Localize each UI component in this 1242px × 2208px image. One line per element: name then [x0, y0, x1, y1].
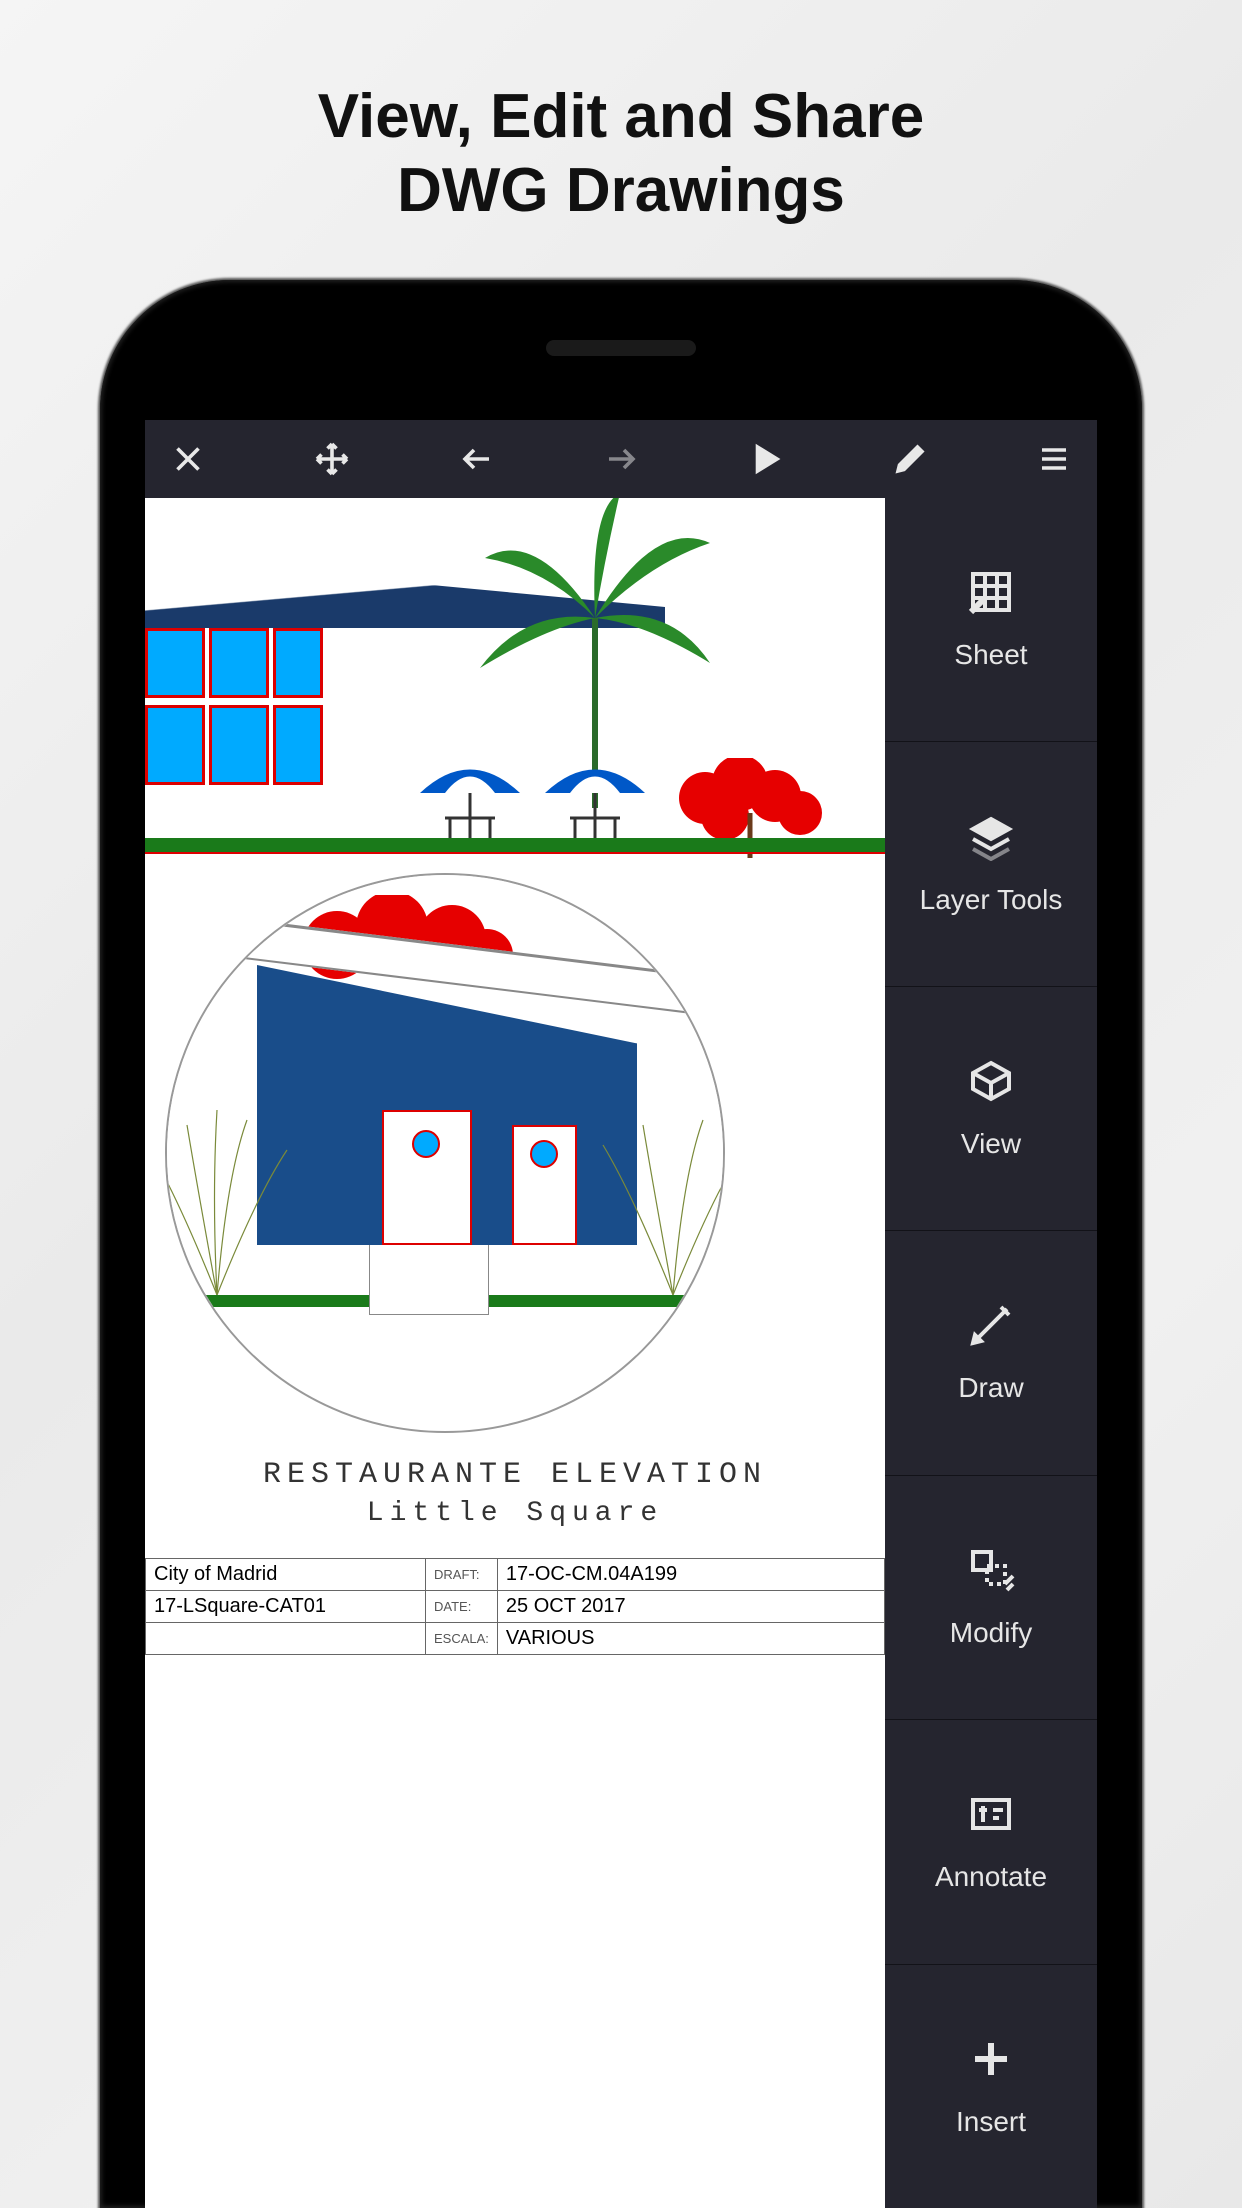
sidebar-item-annotate[interactable]: Annotate	[885, 1719, 1097, 1963]
tool-sidebar: Sheet Layer Tools View Draw Modify	[885, 498, 1097, 2208]
plus-icon	[967, 2035, 1015, 2090]
sidebar-item-insert[interactable]: Insert	[885, 1964, 1097, 2208]
grid-sheet-icon	[967, 568, 1015, 623]
info-table: City of Madrid DRAFT: 17-OC-CM.04A199 17…	[145, 1558, 885, 1655]
sidebar-item-view[interactable]: View	[885, 986, 1097, 1230]
cube-icon	[967, 1057, 1015, 1112]
drawing-title: RESTAURANTE ELEVATION	[145, 1458, 885, 1492]
move-icon[interactable]	[309, 436, 355, 482]
pencil-line-icon	[967, 1301, 1015, 1356]
ground-line	[145, 838, 885, 852]
shrub-right	[593, 1105, 725, 1295]
close-icon[interactable]	[165, 436, 211, 482]
top-toolbar	[145, 420, 1097, 498]
escala-value: VARIOUS	[497, 1623, 884, 1655]
date-value: 25 OCT 2017	[497, 1591, 884, 1623]
table-row: ESCALA: VARIOUS	[146, 1623, 885, 1655]
draft-value: 17-OC-CM.04A199	[497, 1559, 884, 1591]
sidebar-item-layer-tools[interactable]: Layer Tools	[885, 741, 1097, 985]
app-screen: RESTAURANTE ELEVATION Little Square City…	[145, 420, 1097, 2208]
date-label: DATE:	[426, 1591, 498, 1623]
sidebar-label: Sheet	[954, 639, 1027, 671]
sidebar-item-draw[interactable]: Draw	[885, 1230, 1097, 1474]
client-cell: City of Madrid	[146, 1559, 426, 1591]
shrub-left	[165, 1105, 297, 1295]
file-cell: 17-LSquare-CAT01	[146, 1591, 426, 1623]
undo-icon[interactable]	[454, 436, 500, 482]
redo-icon[interactable]	[598, 436, 644, 482]
drawing-subtitle: Little Square	[145, 1498, 885, 1529]
headline-line1: View, Edit and Share	[0, 80, 1242, 154]
annotate-icon	[967, 1790, 1015, 1845]
sidebar-label: Layer Tools	[920, 884, 1063, 916]
sidebar-item-sheet[interactable]: Sheet	[885, 498, 1097, 741]
menu-icon[interactable]	[1031, 436, 1077, 482]
phone-frame: RESTAURANTE ELEVATION Little Square City…	[100, 280, 1142, 2208]
sidebar-label: Draw	[958, 1372, 1023, 1404]
sidebar-label: View	[961, 1128, 1021, 1160]
main-area: RESTAURANTE ELEVATION Little Square City…	[145, 498, 1097, 2208]
table-row: City of Madrid DRAFT: 17-OC-CM.04A199	[146, 1559, 885, 1591]
escala-label: ESCALA:	[426, 1623, 498, 1655]
drawing-canvas[interactable]: RESTAURANTE ELEVATION Little Square City…	[145, 498, 885, 2208]
marketing-headline: View, Edit and Share DWG Drawings	[0, 80, 1242, 229]
sidebar-item-modify[interactable]: Modify	[885, 1475, 1097, 1719]
porthole-1	[412, 1130, 440, 1158]
building-facade	[145, 613, 405, 853]
play-icon[interactable]	[742, 436, 788, 482]
sidebar-label: Modify	[950, 1617, 1032, 1649]
sidebar-label: Insert	[956, 2106, 1026, 2138]
layers-icon	[967, 813, 1015, 868]
sidebar-label: Annotate	[935, 1861, 1047, 1893]
headline-line2: DWG Drawings	[0, 154, 1242, 228]
edit-pencil-icon[interactable]	[887, 436, 933, 482]
table-row: 17-LSquare-CAT01 DATE: 25 OCT 2017	[146, 1591, 885, 1623]
porthole-2	[530, 1140, 558, 1168]
detail-circle	[165, 873, 725, 1433]
elevation-upper	[145, 498, 885, 878]
draft-label: DRAFT:	[426, 1559, 498, 1591]
drawing-title-block: RESTAURANTE ELEVATION Little Square	[145, 1458, 885, 1529]
modify-icon	[967, 1546, 1015, 1601]
